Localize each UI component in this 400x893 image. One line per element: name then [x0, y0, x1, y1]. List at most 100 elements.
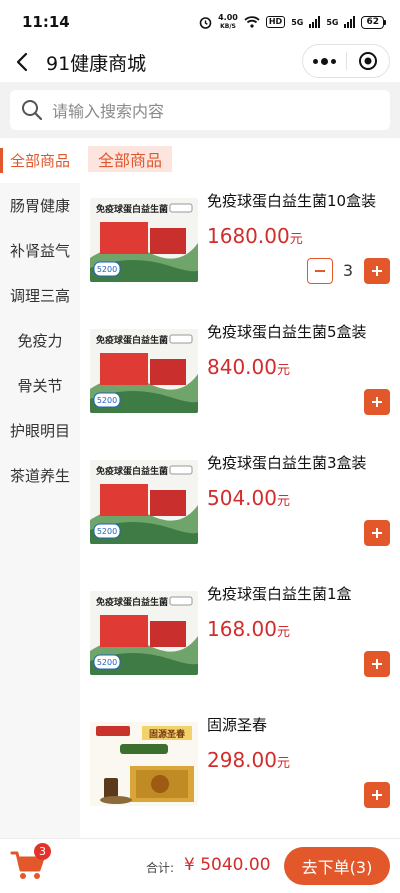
product-price: 168.00元: [207, 617, 290, 641]
hd-icon: HD: [265, 16, 286, 28]
search-icon: [20, 98, 44, 122]
search-placeholder: 请输入搜索内容: [52, 102, 165, 121]
add-to-cart-button[interactable]: [364, 782, 390, 808]
product-item[interactable]: 5200 免疫球蛋白益生菌 免疫球蛋白益生菌3盒装 504.00元: [80, 452, 400, 582]
product-name: 免疫球蛋白益生菌10盒装: [207, 192, 377, 210]
cart-count-badge: 3: [34, 843, 51, 860]
price-value: 504.00: [207, 486, 277, 510]
sidebar-item-kidney[interactable]: 补肾益气: [0, 228, 80, 273]
minus-icon: [315, 270, 325, 272]
product-item[interactable]: 5200 免疫球蛋白益生菌 免疫球蛋白益生菌1盒 168.00元: [80, 583, 400, 713]
sidebar-item-all[interactable]: 全部商品: [0, 138, 80, 183]
product-name: 免疫球蛋白益生菌5盒装: [207, 323, 367, 341]
sidebar-item-label: 骨关节: [17, 377, 63, 395]
image-title: 免疫球蛋白益生菌: [96, 334, 168, 346]
sidebar-item-label: 肠胃健康: [9, 197, 70, 215]
product-name: 免疫球蛋白益生菌1盒: [207, 585, 352, 603]
price-value: 168.00: [207, 617, 277, 641]
add-to-cart-button[interactable]: [364, 520, 390, 546]
plus-icon: [372, 790, 382, 800]
product-image[interactable]: 5200 免疫球蛋白益生菌: [90, 329, 198, 413]
status-time: 11:14: [22, 13, 70, 31]
total-label: 合计:: [146, 861, 175, 875]
price-unit: 元: [276, 625, 290, 640]
add-to-cart-button[interactable]: [364, 389, 390, 415]
sidebar-item-eyes[interactable]: 护眼明目: [0, 408, 80, 453]
product-item[interactable]: 5200 免疫球蛋白益生菌 免疫球蛋白益生菌10盒装 1680.00元 3: [80, 190, 400, 320]
status-icons: 4.00 KB/S HD 5G 5G 62: [199, 13, 386, 31]
image-title: 免疫球蛋白益生菌: [96, 203, 168, 215]
product-image[interactable]: 5200 免疫球蛋白益生菌: [90, 460, 198, 544]
price-unit: 元: [276, 494, 290, 509]
product-item[interactable]: 固源圣春 固源圣春 298.00元: [80, 714, 400, 844]
sidebar-item-three-highs[interactable]: 调理三高: [0, 273, 80, 318]
quantity-value: 3: [342, 261, 354, 280]
battery-level: 62: [361, 15, 384, 29]
product-price: 298.00元: [207, 748, 290, 772]
mini-program-capsule: [302, 44, 390, 78]
add-to-cart-button[interactable]: [364, 651, 390, 677]
product-name: 免疫球蛋白益生菌3盒装: [207, 454, 367, 472]
signal-icon: [309, 16, 321, 28]
image-title: 免疫球蛋白益生菌: [96, 596, 168, 608]
status-bar: 11:14 4.00 KB/S HD 5G 5G 62: [0, 0, 400, 44]
price-value: 840.00: [207, 355, 277, 379]
alarm-icon: [199, 16, 212, 29]
plus-icon: [372, 528, 382, 538]
bottom-cart-bar: 3 合计: ¥ 5040.00 去下单(3): [0, 838, 400, 893]
wifi-icon: [244, 16, 260, 28]
sidebar-item-immunity[interactable]: 免疫力: [0, 318, 80, 363]
image-badge: 5200: [97, 396, 117, 405]
product-name: 固源圣春: [207, 716, 268, 734]
total-value: ¥ 5040.00: [184, 855, 271, 875]
checkout-button[interactable]: 去下单(3): [284, 847, 390, 885]
category-sidebar: 全部商品 肠胃健康 补肾益气 调理三高 免疫力 骨关节 护眼明目 茶道养生: [0, 138, 80, 838]
signal-label-2: 5G: [326, 17, 339, 27]
add-to-cart-button[interactable]: [364, 258, 390, 284]
product-image[interactable]: 5200 免疫球蛋白益生菌: [90, 198, 198, 282]
product-item[interactable]: 5200 免疫球蛋白益生菌 免疫球蛋白益生菌5盒装 840.00元: [80, 321, 400, 451]
plus-icon: [372, 266, 382, 276]
price-value: 1680.00: [207, 224, 290, 248]
search-bar: 请输入搜索内容: [0, 82, 400, 138]
net-speed-unit: KB/S: [220, 23, 236, 30]
price-unit: 元: [289, 232, 303, 247]
image-badge: 5200: [97, 527, 117, 536]
sidebar-item-label: 调理三高: [9, 287, 70, 305]
image-title: 固源圣春: [149, 728, 186, 740]
net-speed: 4.00 KB/S: [218, 13, 238, 31]
sidebar-item-label: 免疫力: [17, 332, 63, 350]
plus-icon: [372, 659, 382, 669]
product-price: 840.00元: [207, 355, 290, 379]
net-speed-value: 4.00: [218, 13, 238, 22]
search-input[interactable]: 请输入搜索内容: [10, 90, 390, 130]
page-title: 91健康商城: [46, 52, 147, 75]
close-icon[interactable]: [347, 45, 390, 77]
nav-bar: 91健康商城: [0, 44, 400, 80]
sidebar-item-tea[interactable]: 茶道养生: [0, 453, 80, 498]
sidebar-item-stomach[interactable]: 肠胃健康: [0, 183, 80, 228]
decrease-quantity-button[interactable]: [307, 258, 333, 284]
product-price: 1680.00元: [207, 224, 303, 248]
price-unit: 元: [276, 756, 290, 771]
sidebar-item-label: 补肾益气: [9, 242, 70, 260]
back-icon[interactable]: [2, 44, 42, 80]
section-title: 全部商品: [88, 146, 173, 172]
price-unit: 元: [276, 363, 290, 378]
sidebar-item-joints[interactable]: 骨关节: [0, 363, 80, 408]
image-badge: 5200: [97, 658, 117, 667]
plus-icon: [372, 397, 382, 407]
image-badge: 5200: [97, 265, 117, 274]
sidebar-item-label: 全部商品: [9, 152, 70, 170]
price-value: 298.00: [207, 748, 277, 772]
sidebar-item-label: 护眼明目: [9, 422, 70, 440]
sidebar-item-label: 茶道养生: [9, 467, 70, 485]
product-image[interactable]: 5200 免疫球蛋白益生菌: [90, 591, 198, 675]
image-title: 免疫球蛋白益生菌: [96, 465, 168, 477]
product-image[interactable]: 固源圣春: [90, 722, 198, 806]
battery-icon: 62: [361, 15, 386, 29]
signal-icon: [344, 16, 356, 28]
more-icon[interactable]: [303, 45, 346, 77]
signal-label-1: 5G: [291, 17, 304, 27]
product-list: 全部商品 5200 免疫球蛋白益生菌 免疫球蛋白益生菌10盒装 1680.00元…: [80, 138, 400, 838]
